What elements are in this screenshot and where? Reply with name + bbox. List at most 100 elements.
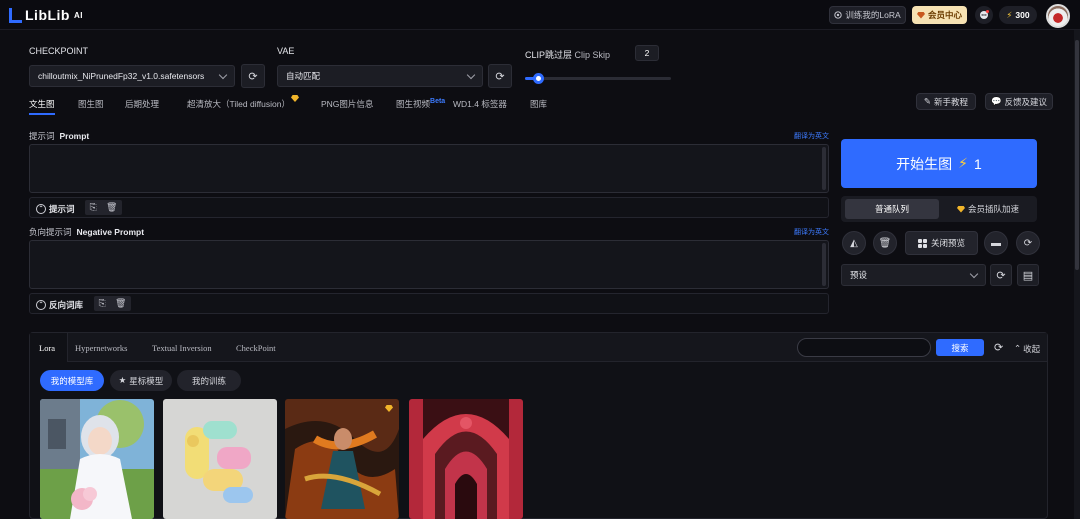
translate-negative-link[interactable]: 翻译为英文	[794, 227, 829, 237]
tab-textual-inversion[interactable]: Textual Inversion	[152, 343, 212, 353]
trash-icon[interactable]: 🗑	[106, 202, 117, 213]
chip-my-models[interactable]: 我的模型库	[40, 370, 104, 391]
save-preset-button[interactable]: ▤	[1017, 264, 1039, 286]
prompt-scrollbar[interactable]	[822, 147, 826, 190]
model-thumbnail[interactable]	[40, 399, 154, 519]
tab-img2img[interactable]: 图生图	[78, 98, 104, 110]
negative-library-label: 反向词库	[49, 300, 84, 310]
generate-cost: 1	[974, 155, 982, 172]
checkpoint-value: chilloutmix_NiPrunedFp32_v1.0.safetensor…	[38, 71, 205, 81]
logo-mark-icon	[9, 7, 22, 23]
clip-skip-slider-handle[interactable]	[533, 73, 544, 84]
messages-button[interactable]	[975, 6, 993, 24]
refresh-icon: ⟳	[994, 342, 1004, 354]
clip-skip-label-en: Clip Skip	[574, 50, 611, 60]
tab-hypernetworks[interactable]: Hypernetworks	[75, 343, 127, 353]
prompt-textarea[interactable]	[29, 144, 829, 193]
refresh-preset-button[interactable]: ⟳	[990, 264, 1012, 286]
negative-scrollbar[interactable]	[822, 243, 826, 286]
tab-postprocess[interactable]: 后期处理	[125, 98, 159, 110]
tab-gallery[interactable]: 图库	[530, 98, 547, 110]
refresh-library-button[interactable]: ⟳	[994, 341, 1003, 354]
chevron-down-icon	[218, 70, 228, 79]
clip-skip-input[interactable]: 2	[635, 45, 659, 61]
active-tab-indicator	[29, 113, 55, 115]
points-badge[interactable]: ⚡ 300	[999, 6, 1037, 24]
vae-select[interactable]: 自动匹配	[277, 65, 483, 87]
close-preview-label: 关闭预览	[930, 238, 965, 248]
model-thumbnail[interactable]	[285, 399, 399, 519]
tab-png-info[interactable]: PNG图片信息	[321, 98, 373, 110]
tutorial-label: 新手教程	[934, 96, 969, 107]
wand-icon: ✎	[923, 96, 932, 106]
delete-button[interactable]: 🗑	[873, 231, 897, 255]
page-scrollbar-thumb[interactable]	[1075, 40, 1079, 270]
tab-checkpoint[interactable]: CheckPoint	[236, 343, 276, 353]
tab-tiled-diffusion[interactable]: 超清放大（Tiled diffusion）	[187, 98, 290, 110]
generate-label: 开始生图	[896, 155, 953, 172]
feedback-button[interactable]: 💬 反馈及建议	[985, 93, 1053, 110]
page-scrollbar[interactable]	[1074, 30, 1080, 519]
prompt-library-toggle[interactable]: ⌃ 提示词	[36, 203, 75, 215]
feedback-label: 反馈及建议	[1004, 96, 1048, 107]
tab-img2video[interactable]: 图生视频Beta	[396, 98, 445, 110]
refresh-checkpoint-button[interactable]: ⟳	[241, 64, 265, 88]
points-value: 300	[1015, 10, 1030, 20]
model-thumbnail[interactable]	[409, 399, 523, 519]
chevron-down-icon	[466, 70, 476, 79]
tab-wd14-tagger[interactable]: WD1.4 标签器	[453, 98, 507, 110]
clip-skip-label: CLIP跳过层 Clip Skip	[525, 48, 610, 61]
lightning-icon: ⚡	[958, 155, 969, 171]
checkpoint-select[interactable]: chilloutmix_NiPrunedFp32_v1.0.safetensor…	[29, 65, 235, 87]
trash-icon: 🗑	[878, 237, 892, 249]
tab-lora[interactable]: Lora	[39, 343, 55, 353]
chip-starred-models[interactable]: ★ 星标模型	[110, 370, 172, 391]
prompt-actions: ⎘ 🗑	[85, 200, 122, 215]
user-avatar[interactable]	[1046, 4, 1070, 28]
model-search-input[interactable]	[797, 338, 931, 357]
liblib-logo[interactable]: LibLib AI	[9, 7, 83, 23]
lightning-icon: ⚡	[1006, 9, 1013, 20]
prompt-library-label: 提示词	[49, 204, 75, 214]
refresh-icon: ⟳	[996, 269, 1006, 282]
prompt-label-en: Prompt	[59, 131, 90, 141]
collapse-button[interactable]: ⌃ 收起	[1014, 343, 1040, 355]
negative-toolbar	[29, 293, 829, 314]
clip-skip-slider-track[interactable]	[525, 77, 671, 80]
collapse-label: 收起	[1023, 344, 1041, 354]
train-lora-button[interactable]: 训练我的LoRA	[829, 6, 906, 24]
negative-prompt-textarea[interactable]	[29, 240, 829, 289]
chip-my-training[interactable]: 我的训练	[177, 370, 241, 391]
prompt-label: 提示词 Prompt	[29, 130, 89, 142]
vip-center-label: 会员中心	[927, 10, 962, 20]
preset-select[interactable]: 预设	[841, 264, 986, 286]
chevron-down-icon	[969, 269, 979, 278]
close-preview-button[interactable]: 关闭预览	[905, 231, 978, 255]
refresh-icon: ⟳	[495, 70, 505, 83]
normal-queue-button[interactable]: 普通队列	[845, 199, 939, 219]
chat-bubble-icon: 💬	[990, 96, 1002, 106]
paste-icon[interactable]: ⎘	[90, 202, 97, 213]
tutorial-button[interactable]: ✎ 新手教程	[916, 93, 976, 110]
logo-suffix: AI	[74, 10, 83, 20]
vip-queue-button[interactable]: 会员插队加速	[942, 199, 1034, 219]
tab-txt2img[interactable]: 文生图	[29, 98, 55, 110]
model-thumbnail[interactable]	[163, 399, 277, 519]
star-icon: ★	[118, 375, 127, 385]
negative-label-cn: 负向提示词	[29, 227, 72, 237]
paste-icon[interactable]: ⎘	[99, 298, 106, 309]
reload-button[interactable]: ⟳	[1016, 231, 1040, 255]
vip-center-button[interactable]: 会员中心	[912, 6, 967, 24]
chevron-up-icon: ⌃	[1014, 343, 1022, 353]
trash-icon[interactable]: 🗑	[115, 298, 126, 309]
negative-library-toggle[interactable]: ⌃ 反向词库	[36, 299, 83, 311]
translate-prompt-link[interactable]: 翻译为英文	[794, 131, 829, 141]
folder-button[interactable]: ▬	[984, 231, 1008, 255]
refresh-vae-button[interactable]: ⟳	[488, 64, 512, 88]
beta-badge: Beta	[430, 98, 446, 105]
refresh-icon: ⟳	[248, 70, 258, 83]
cleanup-button[interactable]: ◭	[842, 231, 866, 255]
refresh-icon: ⟳	[1023, 237, 1033, 249]
search-button[interactable]: 搜索	[936, 339, 984, 356]
generate-button[interactable]: 开始生图 ⚡ 1	[841, 139, 1037, 188]
